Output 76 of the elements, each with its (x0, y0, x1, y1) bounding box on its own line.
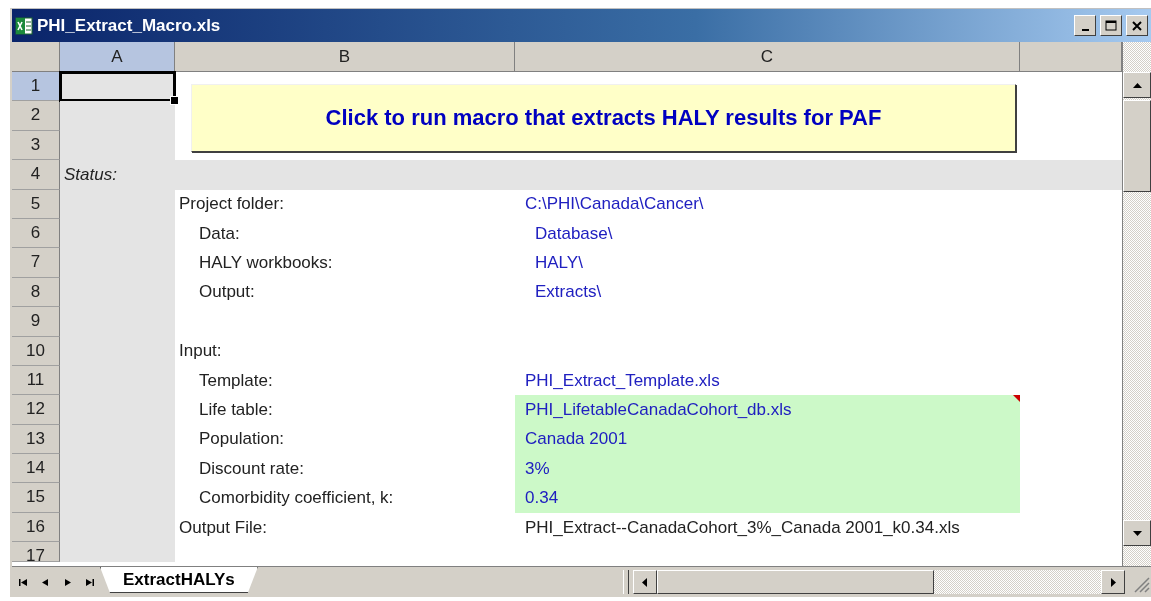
row-header[interactable]: 12 (12, 395, 60, 425)
fill-handle[interactable] (170, 96, 179, 106)
row-header[interactable]: 13 (12, 424, 60, 455)
row-label: Population: (198, 429, 285, 450)
status-label: Status: (64, 164, 117, 185)
spreadsheet-app-icon (15, 16, 33, 35)
row-header[interactable]: 10 (12, 336, 60, 366)
run-macro-button[interactable]: Click to run macro that extracts HALY results for PAF (191, 84, 1016, 153)
scroll-up-button[interactable] (1123, 72, 1151, 98)
cell-value: C:\PHI\Canada\Cancer\ (524, 194, 704, 215)
vertical-scrollbar[interactable] (1122, 42, 1151, 566)
scroll-left-button[interactable] (632, 570, 657, 594)
row-label: Data: (198, 223, 240, 244)
row-header[interactable]: 4 (12, 160, 60, 190)
up-arrow-icon (1132, 80, 1142, 90)
horizontal-scrollbar[interactable] (632, 570, 1125, 594)
scrollbar-thumb[interactable] (1123, 100, 1151, 192)
right-arrow-icon (1108, 577, 1118, 587)
row-header[interactable]: 11 (12, 365, 60, 396)
row-header[interactable]: 16 (12, 512, 60, 543)
row-label: Life table: (198, 400, 273, 420)
row-label: Discount rate: (198, 458, 304, 479)
left-arrow-icon (40, 577, 50, 587)
scrollbar-thumb[interactable] (656, 570, 934, 594)
cell-value: PHI_Extract--CanadaCohort_3%_Canada 2001_k0.34.xls (524, 517, 960, 538)
comment-indicator-icon (1013, 395, 1020, 403)
row-header[interactable]: 15 (12, 483, 60, 513)
row-label: Comorbidity coefficient, k: (198, 488, 394, 509)
input-field[interactable]: Canada 2001 (515, 424, 1020, 455)
select-all-corner[interactable] (12, 42, 60, 72)
tab-split-handle[interactable] (622, 570, 629, 594)
column-header[interactable]: A (60, 42, 175, 72)
row-label: HALY workbooks: (198, 253, 333, 274)
row-header[interactable]: 6 (12, 218, 60, 249)
cell-value: Database\ (534, 223, 613, 244)
maximize-button[interactable] (1100, 15, 1122, 36)
first-arrow-icon (18, 577, 28, 587)
left-arrow-icon (640, 577, 650, 587)
cell-value: PHI_Extract_Template.xls (524, 370, 720, 391)
minimize-icon (1081, 28, 1089, 31)
row-label: Template: (198, 370, 273, 391)
close-button[interactable] (1126, 15, 1148, 36)
row-header[interactable]: 9 (12, 307, 60, 337)
cell-value: 3% (524, 458, 550, 479)
input-field[interactable]: PHI_LifetableCanadaCohort_db.xls (515, 395, 1020, 425)
window-title: PHI_Extract_Macro.xls (37, 15, 222, 36)
column-header[interactable]: B (175, 42, 515, 72)
cell-value: Extracts\ (534, 282, 602, 303)
cell-value: 0.34 (524, 488, 559, 509)
cell-value: PHI_LifetableCanadaCohort_db.xls (524, 400, 792, 420)
row-label: Output File: (178, 517, 267, 538)
maximize-icon (1105, 20, 1117, 31)
row-header[interactable]: 1 (12, 72, 60, 102)
input-field[interactable]: 3% (515, 454, 1020, 484)
input-field[interactable]: 0.34 (515, 483, 1020, 513)
row-header[interactable]: 3 (12, 130, 60, 161)
row-header[interactable]: 8 (12, 277, 60, 308)
down-arrow-icon (1132, 528, 1142, 538)
cell-value: Canada 2001 (524, 429, 628, 450)
row-label: Project folder: (178, 194, 284, 215)
minimize-button[interactable] (1074, 15, 1096, 36)
scroll-down-button[interactable] (1123, 520, 1151, 546)
right-arrow-icon (62, 577, 72, 587)
sheet-tab[interactable]: ExtractHALYs (100, 567, 258, 593)
row-header[interactable]: 5 (12, 189, 60, 219)
row-label: Input: (178, 341, 222, 362)
row-header[interactable]: 17 (12, 542, 60, 563)
row-header[interactable]: 14 (12, 454, 60, 484)
close-icon (1132, 20, 1142, 31)
row-header[interactable]: 7 (12, 248, 60, 278)
row-header[interactable]: 2 (12, 101, 60, 131)
cell-value: HALY\ (534, 253, 583, 274)
column-header[interactable]: C (515, 42, 1020, 72)
scroll-right-button[interactable] (1101, 570, 1125, 594)
row-label: Output: (198, 282, 255, 303)
last-arrow-icon (84, 577, 94, 587)
